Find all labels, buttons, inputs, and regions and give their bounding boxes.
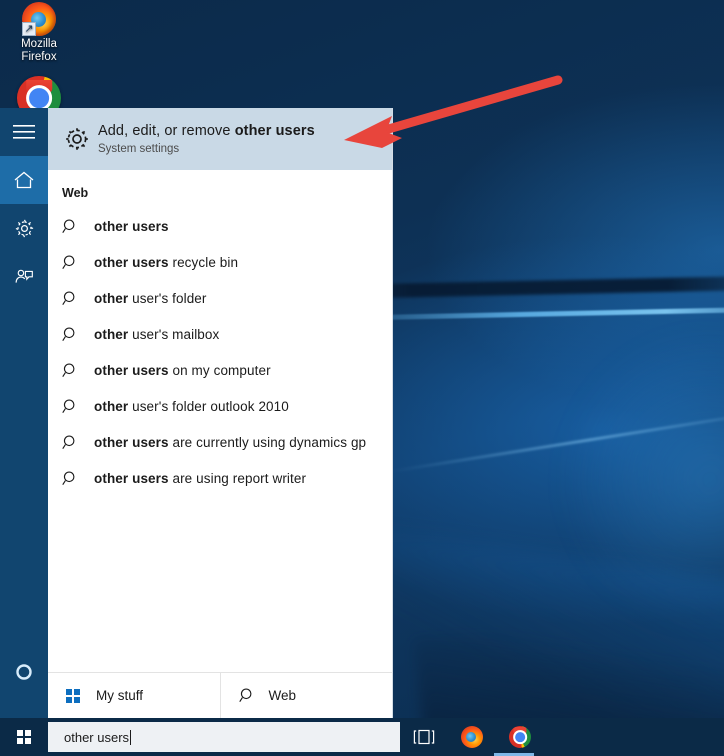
web-result-row[interactable]: other user's folder outlook 2010 bbox=[48, 388, 392, 424]
web-result-list: other users other users recycle bin other … bbox=[48, 208, 392, 496]
search-icon bbox=[62, 254, 94, 271]
web-result-suffix: are currently using dynamics gp bbox=[168, 434, 367, 450]
web-result-label: other users are using report writer bbox=[94, 471, 306, 486]
web-result-query-match: other users bbox=[94, 434, 169, 450]
start-button[interactable] bbox=[0, 718, 48, 756]
web-result-row[interactable]: other user's mailbox bbox=[48, 316, 392, 352]
web-results-area: Web other users other users recycle bin ot… bbox=[48, 170, 392, 672]
windows-logo-icon bbox=[66, 688, 96, 703]
web-result-suffix: recycle bin bbox=[168, 254, 239, 270]
cortana-ring-icon[interactable] bbox=[0, 648, 48, 696]
text-caret bbox=[130, 729, 132, 745]
web-result-label: other users are currently using dynamics… bbox=[94, 435, 366, 450]
wallpaper-glow bbox=[560, 330, 724, 630]
best-match-title-highlight: other users bbox=[234, 122, 315, 139]
panel-navigation-rail bbox=[0, 108, 48, 718]
web-result-label: other user's mailbox bbox=[94, 327, 219, 342]
search-icon bbox=[62, 326, 94, 343]
web-result-suffix: user's folder bbox=[128, 290, 207, 306]
web-result-row[interactable]: other users are using report writer bbox=[48, 460, 392, 496]
search-input-value: other users bbox=[64, 729, 130, 745]
best-match-subtitle: System settings bbox=[98, 142, 180, 155]
windows-logo-icon bbox=[17, 730, 31, 744]
desktop-icon-label-line1: Mozilla bbox=[21, 38, 57, 50]
tab-web[interactable]: Web bbox=[219, 673, 392, 718]
web-result-query-match: other bbox=[94, 398, 129, 414]
web-result-label: other user's folder bbox=[94, 291, 207, 306]
task-view-icon[interactable] bbox=[400, 718, 448, 756]
sidebar-item-home[interactable] bbox=[0, 156, 48, 204]
web-result-query-match: other users bbox=[94, 362, 169, 378]
web-result-query-match: other bbox=[94, 326, 129, 342]
web-result-query-match: other users bbox=[94, 254, 169, 270]
search-icon bbox=[62, 362, 94, 379]
taskbar-icon-chrome[interactable] bbox=[496, 718, 544, 756]
desktop-icon-mozilla-firefox[interactable]: ↗ Mozilla Firefox bbox=[2, 2, 76, 64]
web-result-suffix: user's folder outlook 2010 bbox=[128, 398, 289, 414]
firefox-icon bbox=[461, 726, 483, 748]
best-match-title-prefix: Add, edit, or remove bbox=[98, 122, 235, 139]
tab-my-stuff-label: My stuff bbox=[96, 688, 144, 703]
desktop-icon-label-line2: Firefox bbox=[21, 51, 57, 63]
shortcut-arrow-icon: ↗ bbox=[22, 22, 36, 36]
web-result-suffix: are using report writer bbox=[168, 470, 307, 486]
hamburger-menu-icon[interactable] bbox=[0, 108, 48, 156]
web-result-query-match: other users bbox=[94, 218, 169, 234]
web-result-query-match: other users bbox=[94, 470, 169, 486]
search-icon bbox=[62, 398, 94, 415]
search-icon bbox=[62, 434, 94, 451]
chrome-icon bbox=[509, 726, 531, 748]
web-result-suffix: on my computer bbox=[168, 362, 271, 378]
search-input[interactable]: other users bbox=[48, 722, 400, 752]
web-result-query-match: other bbox=[94, 290, 129, 306]
best-match-title: Add, edit, or remove other users bbox=[98, 122, 315, 140]
web-result-suffix: user's mailbox bbox=[128, 326, 220, 342]
gear-icon[interactable] bbox=[0, 204, 48, 252]
web-result-row[interactable]: other users on my computer bbox=[48, 352, 392, 388]
web-result-row[interactable]: other user's folder bbox=[48, 280, 392, 316]
panel-bottom-tabs: My stuff Web bbox=[48, 672, 392, 718]
web-result-label: other user's folder outlook 2010 bbox=[94, 399, 289, 414]
best-match-result-add-edit-or-remove-other-users[interactable]: Add, edit, or remove other users System … bbox=[48, 108, 392, 170]
search-icon bbox=[62, 218, 94, 235]
web-result-row[interactable]: other users bbox=[48, 208, 392, 244]
web-result-label: other users bbox=[94, 219, 169, 234]
search-icon bbox=[62, 470, 94, 487]
web-result-row[interactable]: other users are currently using dynamics… bbox=[48, 424, 392, 460]
windows-taskbar: other users bbox=[0, 718, 724, 756]
web-section-header: Web bbox=[62, 186, 89, 200]
feedback-person-icon[interactable] bbox=[0, 252, 48, 300]
search-results-panel: Add, edit, or remove other users System … bbox=[0, 108, 392, 718]
web-result-row[interactable]: other users recycle bin bbox=[48, 244, 392, 280]
web-result-label: other users on my computer bbox=[94, 363, 271, 378]
search-icon bbox=[62, 290, 94, 307]
gear-icon bbox=[56, 125, 98, 153]
tab-my-stuff[interactable]: My stuff bbox=[48, 673, 220, 718]
search-icon bbox=[238, 687, 269, 704]
taskbar-icon-firefox[interactable] bbox=[448, 718, 496, 756]
web-result-label: other users recycle bin bbox=[94, 255, 238, 270]
panel-content: Add, edit, or remove other users System … bbox=[48, 108, 392, 718]
tab-web-label: Web bbox=[268, 688, 297, 703]
